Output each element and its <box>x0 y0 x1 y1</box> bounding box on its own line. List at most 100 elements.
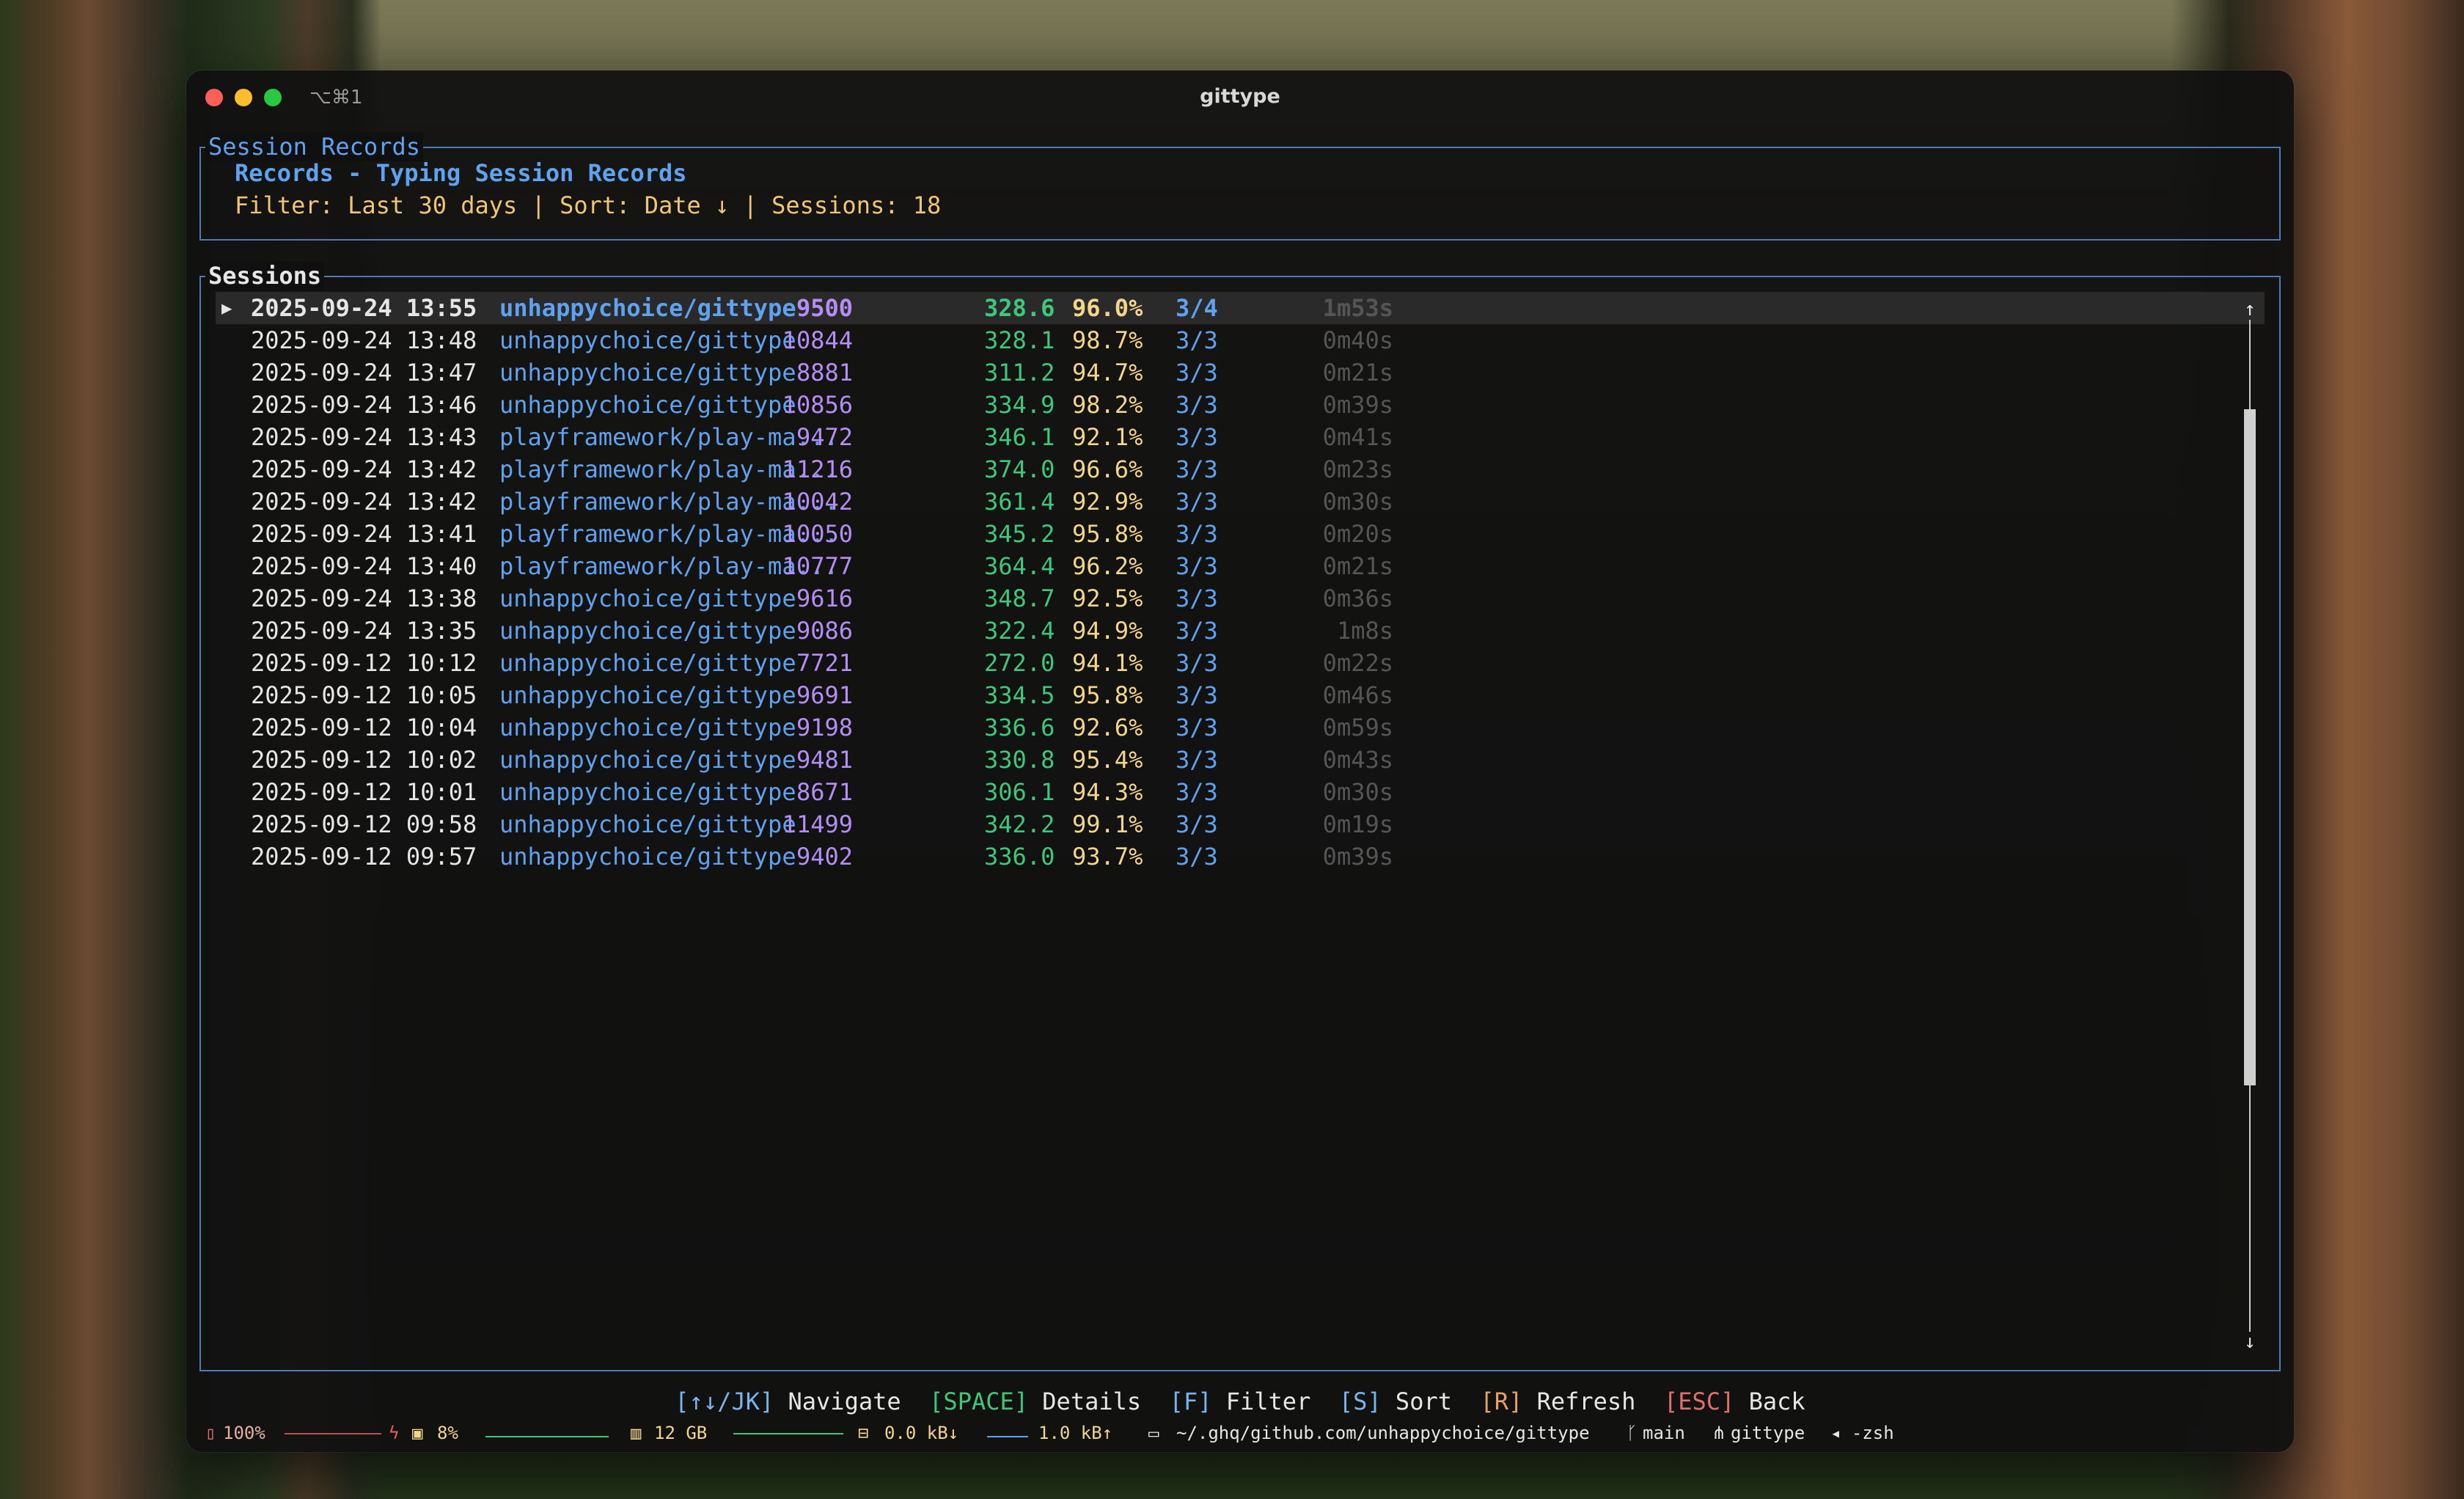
memory-icon: ▥ <box>631 1423 642 1443</box>
session-date: 2025-09-24 13:35 <box>251 617 477 645</box>
session-stages: 3/3 <box>1176 584 1218 612</box>
session-stages: 3/3 <box>1176 617 1218 645</box>
session-row[interactable]: 2025-09-24 13:43 playframework/play-ma...… <box>216 421 2265 453</box>
session-stages: 3/3 <box>1176 552 1218 580</box>
page-title: Records - Typing Session Records <box>235 159 687 187</box>
session-duration: 0m19s <box>1322 810 1393 838</box>
session-stages: 3/3 <box>1176 746 1218 774</box>
battery-sparkline <box>285 1433 381 1434</box>
session-repo: unhappychoice/gittype <box>499 746 796 774</box>
session-row[interactable]: 2025-09-24 13:35 unhappychoice/gittype 908… <box>216 615 2265 647</box>
network-up: 1.0 kB↑ <box>1038 1423 1113 1443</box>
session-accuracy: 98.2% <box>1072 391 1143 419</box>
session-row[interactable]: 2025-09-24 13:38 unhappychoice/gittype 961… <box>216 582 2265 615</box>
session-duration: 0m22s <box>1322 649 1393 677</box>
navigate-key[interactable]: [↑↓/JK] <box>675 1388 774 1415</box>
session-repo: playframework/play-ma... <box>499 423 839 451</box>
session-row[interactable]: 2025-09-24 13:42 playframework/play-ma...… <box>216 453 2265 485</box>
scroll-up-icon[interactable]: ↑ <box>2243 299 2257 320</box>
session-row[interactable]: 2025-09-12 10:01 unhappychoice/gittype 867… <box>216 776 2265 808</box>
session-date: 2025-09-24 13:42 <box>251 455 477 483</box>
session-cpm: 328.6 <box>984 294 1055 322</box>
back-key[interactable]: [ESC] <box>1664 1388 1734 1415</box>
session-stages: 3/3 <box>1176 649 1218 677</box>
session-accuracy: 92.1% <box>1072 423 1143 451</box>
session-keystrokes: 7721 <box>796 649 853 677</box>
session-cpm: 306.1 <box>984 778 1055 806</box>
scroll-thumb[interactable] <box>2244 409 2256 1085</box>
session-row[interactable]: 2025-09-24 13:46 unhappychoice/gittype 108… <box>216 389 2265 421</box>
session-duration: 0m30s <box>1322 778 1393 806</box>
session-row[interactable]: 2025-09-12 10:02 unhappychoice/gittype 948… <box>216 744 2265 776</box>
session-date: 2025-09-12 10:12 <box>251 649 477 677</box>
sort-label: Sort <box>1395 1388 1452 1415</box>
session-row[interactable]: 2025-09-24 13:48 unhappychoice/gittype 108… <box>216 324 2265 356</box>
folder-icon: ▭ <box>1148 1423 1159 1443</box>
session-row[interactable]: 2025-09-24 13:47 unhappychoice/gittype 888… <box>216 356 2265 389</box>
session-row[interactable]: 2025-09-12 10:05 unhappychoice/gittype 969… <box>216 679 2265 711</box>
session-repo: unhappychoice/gittype <box>499 326 796 354</box>
session-list: ▶ 2025-09-24 13:55 unhappychoice/gittype 95… <box>216 292 2265 873</box>
details-label: Details <box>1042 1388 1142 1415</box>
session-row[interactable]: 2025-09-12 09:58 unhappychoice/gittype 114… <box>216 808 2265 840</box>
session-stages: 3/3 <box>1176 488 1218 516</box>
filter-key[interactable]: [F] <box>1170 1388 1212 1415</box>
session-keystrokes: 9198 <box>796 714 853 741</box>
session-repo: unhappychoice/gittype <box>499 584 796 612</box>
session-repo: unhappychoice/gittype <box>499 778 796 806</box>
session-duration: 0m41s <box>1322 423 1393 451</box>
navigate-label: Navigate <box>788 1388 901 1415</box>
details-key[interactable]: [SPACE] <box>929 1388 1028 1415</box>
scrollbar[interactable]: ↑ ↓ <box>2243 299 2257 1352</box>
session-keystrokes: 10777 <box>782 552 853 580</box>
session-keystrokes: 10042 <box>782 488 853 516</box>
session-date: 2025-09-12 09:57 <box>251 843 477 871</box>
session-duration: 0m21s <box>1322 359 1393 386</box>
session-duration: 1m53s <box>1322 294 1393 322</box>
titlebar: ⌥⌘1 gittype <box>186 70 2294 125</box>
cpu-sparkline <box>485 1436 609 1437</box>
session-duration: 0m21s <box>1322 552 1393 580</box>
session-cpm: 336.6 <box>984 714 1055 741</box>
session-cpm: 348.7 <box>984 584 1055 612</box>
session-accuracy: 92.5% <box>1072 584 1143 612</box>
session-date: 2025-09-12 10:02 <box>251 746 477 774</box>
sessions-box: Sessions ▶ 2025-09-24 13:55 unhappychoice/… <box>199 261 2281 1371</box>
session-duration: 0m59s <box>1322 714 1393 741</box>
scroll-down-icon[interactable]: ↓ <box>2243 1332 2257 1352</box>
session-row[interactable]: 2025-09-12 10:04 unhappychoice/gittype 919… <box>216 711 2265 744</box>
header-box: Session Records Records - Typing Session… <box>199 132 2281 241</box>
refresh-key[interactable]: [R] <box>1481 1388 1523 1415</box>
session-duration: 1m8s <box>1336 617 1393 645</box>
session-repo: unhappychoice/gittype <box>499 714 796 741</box>
session-stages: 3/3 <box>1176 778 1218 806</box>
session-accuracy: 95.4% <box>1072 746 1143 774</box>
network-sparkline <box>987 1436 1028 1437</box>
refresh-label: Refresh <box>1536 1388 1636 1415</box>
sort-key[interactable]: [S] <box>1339 1388 1382 1415</box>
session-duration: 0m23s <box>1322 455 1393 483</box>
session-row[interactable]: 2025-09-12 09:57 unhappychoice/gittype 940… <box>216 840 2265 873</box>
selection-marker-icon: ▶ <box>221 298 232 318</box>
session-date: 2025-09-12 09:58 <box>251 810 477 838</box>
session-accuracy: 96.6% <box>1072 455 1143 483</box>
session-cpm: 346.1 <box>984 423 1055 451</box>
session-row[interactable]: 2025-09-24 13:40 playframework/play-ma...… <box>216 550 2265 582</box>
session-keystrokes: 9500 <box>796 294 853 322</box>
session-date: 2025-09-12 10:05 <box>251 681 477 709</box>
session-row[interactable]: 2025-09-24 13:42 playframework/play-ma...… <box>216 485 2265 518</box>
session-accuracy: 95.8% <box>1072 681 1143 709</box>
memory-sparkline <box>733 1433 843 1434</box>
session-cpm: 361.4 <box>984 488 1055 516</box>
session-duration: 0m39s <box>1322 843 1393 871</box>
session-row[interactable]: 2025-09-12 10:12 unhappychoice/gittype 772… <box>216 647 2265 679</box>
keybinding-help: [↑↓/JK] Navigate [SPACE] Details [F] Fil… <box>186 1385 2294 1418</box>
session-date: 2025-09-12 10:01 <box>251 778 477 806</box>
session-stages: 3/3 <box>1176 455 1218 483</box>
session-row[interactable]: 2025-09-24 13:41 playframework/play-ma...… <box>216 518 2265 550</box>
back-label: Back <box>1748 1388 1805 1415</box>
session-duration: 0m43s <box>1322 746 1393 774</box>
session-row[interactable]: ▶ 2025-09-24 13:55 unhappychoice/gittype 95… <box>216 292 2265 324</box>
session-duration: 0m39s <box>1322 391 1393 419</box>
session-repo: unhappychoice/gittype <box>499 359 796 386</box>
